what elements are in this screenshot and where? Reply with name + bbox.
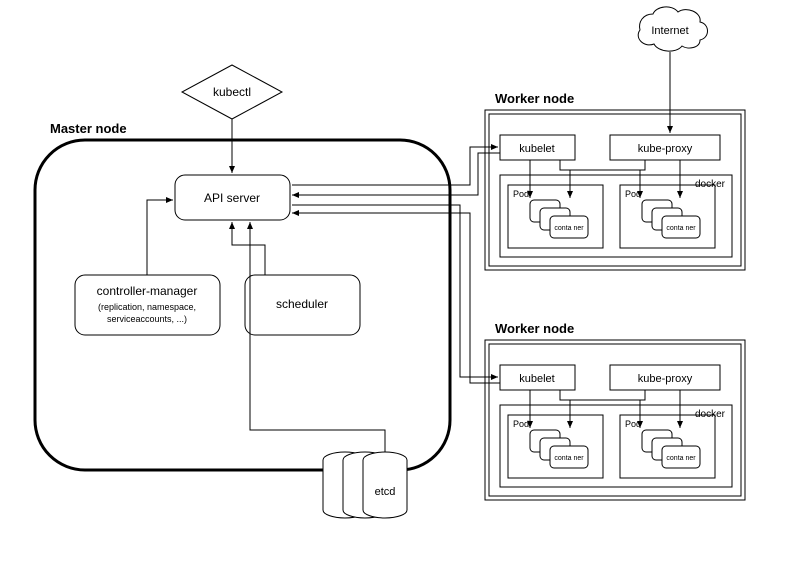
kubectl-label: kubectl — [213, 85, 251, 99]
scheduler-box: scheduler — [245, 275, 360, 335]
etcd-cylinders: etcd — [323, 452, 407, 518]
container-label-2b: conta ner — [666, 455, 696, 462]
controller-manager-sub-label-1: (replication, namespace, — [98, 302, 196, 312]
controller-manager-box: controller-manager (replication, namespa… — [75, 275, 220, 335]
kubelet-label-2: kubelet — [519, 373, 554, 385]
scheduler-label: scheduler — [276, 297, 328, 311]
kube-proxy-label-2: kube-proxy — [638, 373, 693, 385]
controller-manager-label: controller-manager — [97, 284, 198, 298]
pod-label-1b: Pod — [625, 189, 641, 199]
container-label-1a: conta ner — [554, 225, 584, 232]
worker-node-2: Worker node kubelet kube-proxy docker Po… — [485, 321, 745, 500]
container-label-1b: conta ner — [666, 225, 696, 232]
master-node-title: Master node — [50, 121, 127, 136]
worker-node-2-title: Worker node — [495, 321, 574, 336]
internet-cloud: Internet — [638, 7, 707, 51]
worker-node-1: Worker node kubelet kube-proxy docker Po… — [485, 91, 745, 270]
pod-label-1a: Pod — [513, 189, 529, 199]
pod-label-2a: Pod — [513, 419, 529, 429]
api-server-label: API server — [204, 191, 260, 205]
kubelet-label-1: kubelet — [519, 143, 554, 155]
api-server-box: API server — [175, 175, 290, 220]
internet-label: Internet — [651, 25, 688, 37]
pod-label-2b: Pod — [625, 419, 641, 429]
kubectl-diamond: kubectl — [182, 65, 282, 119]
kube-proxy-label-1: kube-proxy — [638, 143, 693, 155]
worker-node-1-title: Worker node — [495, 91, 574, 106]
etcd-label: etcd — [375, 486, 396, 498]
controller-manager-sub-label-2: serviceaccounts, ...) — [107, 314, 187, 324]
container-label-2a: conta ner — [554, 455, 584, 462]
